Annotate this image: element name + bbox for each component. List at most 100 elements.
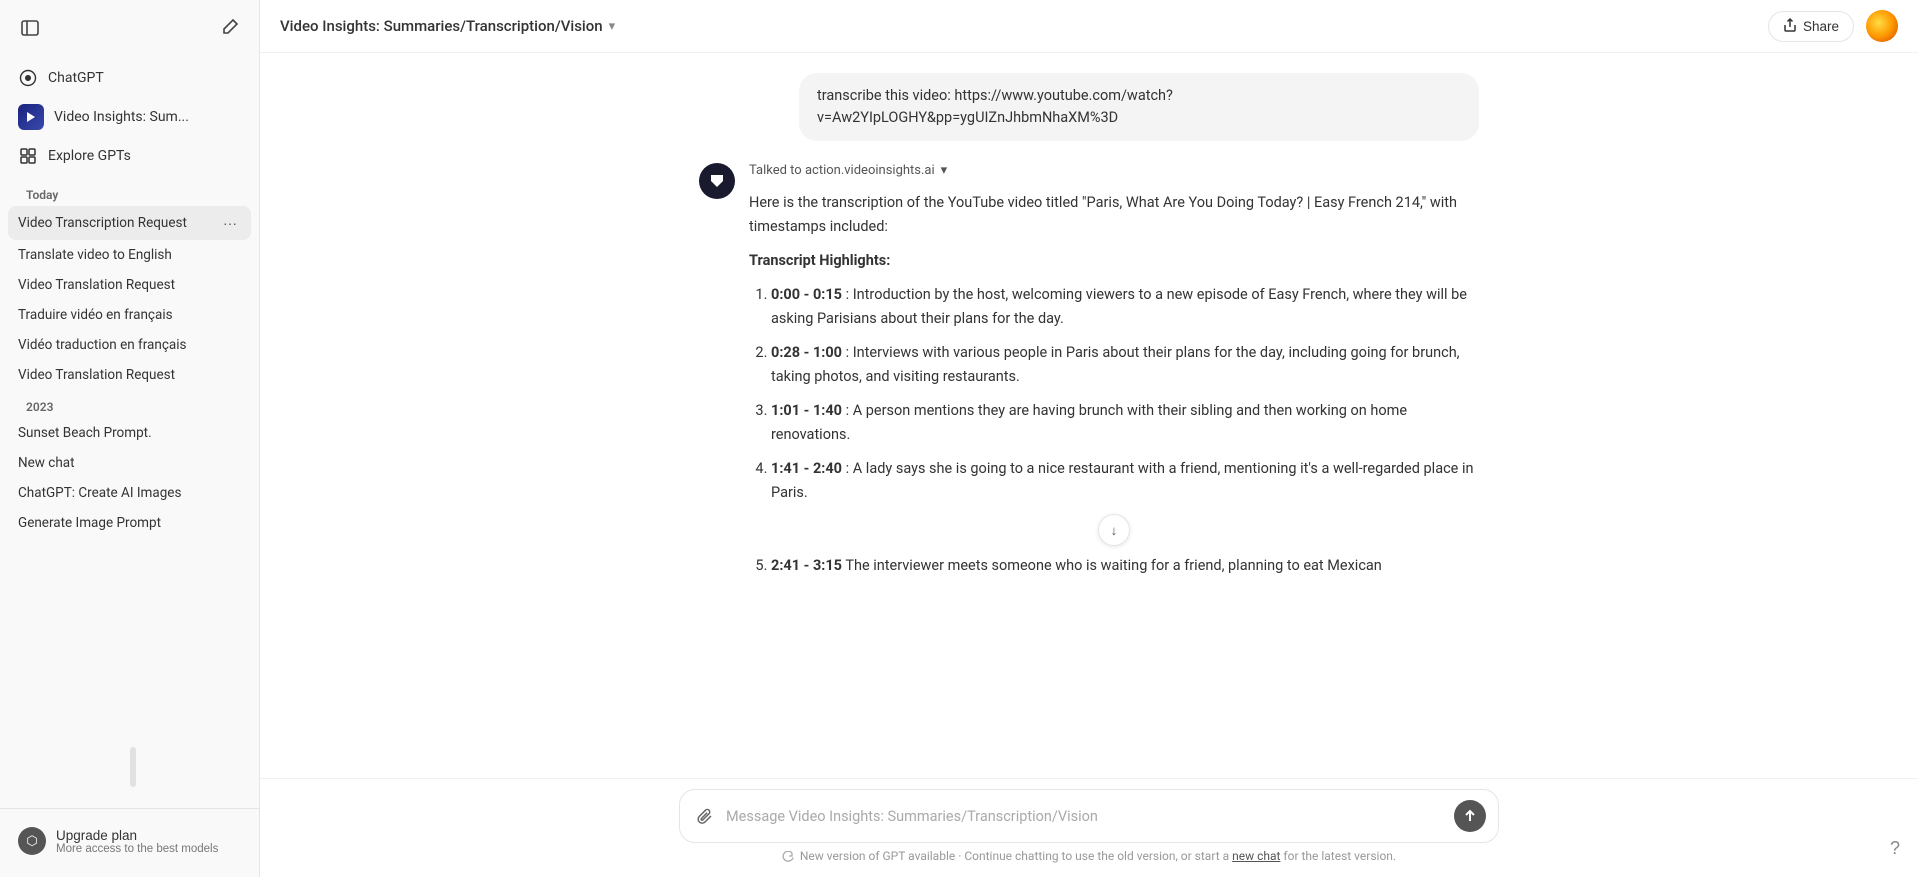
send-button[interactable] [1454, 800, 1486, 832]
history-item-video-transcription[interactable]: Video Transcription Request ··· [8, 206, 251, 240]
today-section-label: Today [8, 178, 251, 206]
transcript-list: 0:00 - 0:15 : Introduction by the host, … [749, 283, 1479, 504]
input-wrap [679, 789, 1499, 843]
scroll-indicator [130, 747, 136, 787]
sidebar-history: Today Video Transcription Request ··· Tr… [0, 178, 259, 808]
video-insights-icon [18, 104, 44, 130]
history-item-menu-button[interactable]: ··· [219, 213, 241, 233]
share-button[interactable]: Share [1768, 11, 1854, 42]
share-label: Share [1803, 19, 1839, 34]
timestamp-4: 1:41 - 2:40 [771, 460, 842, 477]
history-item-sunset-beach[interactable]: Sunset Beach Prompt. [8, 418, 251, 448]
user-message-wrap: transcribe this video: https://www.youtu… [699, 73, 1479, 141]
talked-to-text: Talked to action.videoinsights.ai [749, 161, 935, 182]
history-item-chatgpt-ai-images[interactable]: ChatGPT: Create AI Images [8, 478, 251, 508]
timestamp-2: 0:28 - 1:00 [771, 344, 842, 361]
transcript-list-cont: 2:41 - 3:15 The interviewer meets someon… [749, 554, 1479, 578]
chevron-down-icon[interactable]: ▾ [609, 19, 616, 34]
ai-avatar [699, 163, 735, 199]
new-chat-link[interactable]: new chat [1232, 849, 1280, 863]
history-item-label: Video Transcription Request [18, 215, 187, 231]
arrow-up-icon [1463, 809, 1477, 823]
message-input[interactable] [726, 808, 1446, 825]
grid-icon [18, 146, 38, 166]
input-area: New version of GPT available · Continue … [260, 778, 1918, 877]
new-chat-button[interactable] [213, 12, 245, 44]
history-item-label: Video Translation Request [18, 277, 175, 293]
timestamp-1: 0:00 - 0:15 [771, 286, 842, 303]
scroll-down-wrap: ↓ [749, 514, 1479, 546]
history-item-label: Traduire vidéo en français [18, 307, 173, 323]
list-item: 2:41 - 3:15 The interviewer meets someon… [771, 554, 1479, 578]
history-item-label: ChatGPT: Create AI Images [18, 485, 181, 501]
question-mark-icon: ? [1890, 838, 1900, 858]
transcript-text-5: The interviewer meets someone who is wai… [845, 557, 1381, 574]
messages-area[interactable]: transcribe this video: https://www.youtu… [260, 53, 1918, 778]
footer-text-after: for the latest version. [1283, 849, 1396, 863]
upgrade-icon: ⬡ [18, 827, 46, 855]
upgrade-plan-button[interactable]: ⬡ Upgrade plan More access to the best m… [8, 819, 251, 863]
sidebar: ChatGPT Video Insights: Sum... Explore [0, 0, 260, 877]
history-item-generate-image[interactable]: Generate Image Prompt [8, 508, 251, 538]
chatgpt-label: ChatGPT [48, 70, 104, 86]
talked-to-chevron-icon: ▾ [941, 161, 948, 182]
footer-notice: New version of GPT available · Continue … [679, 843, 1499, 871]
transcript-text-3: : A person mentions they are having brun… [771, 402, 1407, 443]
user-message-text: transcribe this video: https://www.youtu… [817, 87, 1173, 126]
arrow-down-icon: ↓ [1111, 523, 1118, 538]
paperclip-icon [696, 807, 714, 825]
upgrade-text: Upgrade plan More access to the best mod… [56, 828, 218, 855]
sidebar-top [0, 0, 259, 56]
ai-intro-text: Here is the transcription of the YouTube… [749, 191, 1479, 239]
main-area: Video Insights: Summaries/Transcription/… [260, 0, 1918, 877]
main-header: Video Insights: Summaries/Transcription/… [260, 0, 1918, 53]
scroll-down-button[interactable]: ↓ [1098, 514, 1130, 546]
section-2023-label: 2023 [8, 390, 251, 418]
history-item-translate-video[interactable]: Translate video to English [8, 240, 251, 270]
history-item-label: New chat [18, 455, 75, 471]
list-item: 1:41 - 2:40 : A lady says she is going t… [771, 457, 1479, 505]
sidebar-nav: ChatGPT Video Insights: Sum... Explore [0, 56, 259, 178]
sidebar-item-chatgpt[interactable]: ChatGPT [8, 60, 251, 96]
video-insights-label: Video Insights: Sum... [54, 109, 189, 125]
history-item-label: Generate Image Prompt [18, 515, 161, 531]
ai-message-content: Talked to action.videoinsights.ai ▾ Here… [749, 161, 1479, 589]
sidebar-item-video-insights[interactable]: Video Insights: Sum... [8, 96, 251, 138]
transcript-heading: Transcript Highlights: [749, 252, 890, 269]
history-item-video-traduction[interactable]: Vidéo traduction en français [8, 330, 251, 360]
share-icon [1783, 18, 1797, 35]
list-item: 0:00 - 0:15 : Introduction by the host, … [771, 283, 1479, 331]
footer-text-before: New version of GPT available · Continue … [800, 849, 1229, 863]
page-title: Video Insights: Summaries/Transcription/… [280, 17, 603, 35]
history-item-new-chat[interactable]: New chat [8, 448, 251, 478]
list-item: 0:28 - 1:00 : Interviews with various pe… [771, 341, 1479, 389]
history-item-traduire-video[interactable]: Traduire vidéo en français [8, 300, 251, 330]
transcript-text-1: : Introduction by the host, welcoming vi… [771, 286, 1467, 327]
help-button[interactable]: ? [1890, 838, 1900, 859]
header-right: Share [1768, 10, 1898, 42]
ai-response-text: Here is the transcription of the YouTube… [749, 191, 1479, 504]
history-item-label: Sunset Beach Prompt. [18, 425, 152, 441]
sidebar-item-explore-gpts[interactable]: Explore GPTs [8, 138, 251, 174]
avatar[interactable] [1866, 10, 1898, 42]
timestamp-3: 1:01 - 1:40 [771, 402, 842, 419]
transcript-text-4: : A lady says she is going to a nice res… [771, 460, 1474, 501]
chatgpt-icon [18, 68, 38, 88]
history-item-label: Translate video to English [18, 247, 172, 263]
history-item-video-translation-1[interactable]: Video Translation Request [8, 270, 251, 300]
toggle-sidebar-button[interactable] [14, 12, 46, 44]
history-item-video-translation-2[interactable]: Video Translation Request [8, 360, 251, 390]
transcript-text-2: : Interviews with various people in Pari… [771, 344, 1460, 385]
attach-button[interactable] [692, 803, 718, 829]
history-item-label: Video Translation Request [18, 367, 175, 383]
history-item-label: Vidéo traduction en français [18, 337, 187, 353]
user-message-bubble: transcribe this video: https://www.youtu… [799, 73, 1479, 141]
upgrade-sublabel: More access to the best models [56, 843, 218, 855]
upgrade-label: Upgrade plan [56, 828, 218, 843]
timestamp-5: 2:41 - 3:15 [771, 557, 842, 574]
list-item: 1:01 - 1:40 : A person mentions they are… [771, 399, 1479, 447]
talked-to-badge[interactable]: Talked to action.videoinsights.ai ▾ [749, 161, 1479, 182]
footer-notice-text: New version of GPT available · Continue … [782, 849, 1396, 863]
message-container: transcribe this video: https://www.youtu… [679, 73, 1499, 588]
header-title-area: Video Insights: Summaries/Transcription/… [280, 17, 615, 35]
